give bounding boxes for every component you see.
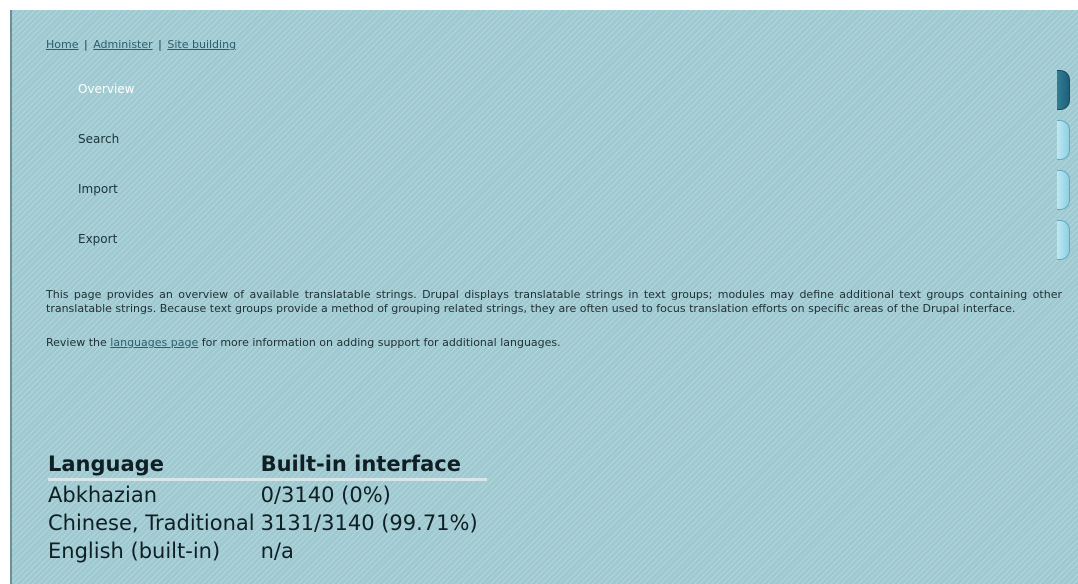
table-row: Abkhazian 0/3140 (0%) — [48, 480, 487, 510]
languages-page-link[interactable]: languages page — [110, 336, 198, 349]
table-row: Chinese, Traditional 3131/3140 (99.71%) — [48, 509, 487, 537]
tab-cap-decoration — [1057, 170, 1070, 210]
tab-export[interactable]: Export — [12, 218, 1078, 268]
breadcrumb-home-link[interactable]: Home — [46, 38, 78, 51]
breadcrumb-site-building-link[interactable]: Site building — [167, 38, 236, 51]
translation-status: 0/3140 (0%) — [260, 483, 391, 507]
breadcrumb-administer-link[interactable]: Administer — [93, 38, 152, 51]
table-row: English (built-in) n/a — [48, 537, 487, 565]
breadcrumb-separator: | — [83, 38, 88, 51]
table-header-row: Language Built-in interface — [48, 450, 487, 481]
language-name: Abkhazian — [48, 483, 158, 507]
tab-cap-decoration — [1057, 220, 1070, 260]
help-text: This page provides an overview of availa… — [46, 288, 1062, 370]
tab-import[interactable]: Import — [12, 168, 1078, 218]
review-paragraph: Review the languages page for more infor… — [46, 336, 1062, 350]
tab-cap-decoration — [1057, 120, 1070, 160]
tab-label: Search — [78, 132, 120, 146]
tab-label: Import — [78, 182, 118, 196]
intro-paragraph: This page provides an overview of availa… — [46, 288, 1062, 315]
language-table: Language Built-in interface Abkhazian 0/… — [48, 450, 487, 565]
tab-search[interactable]: Search — [12, 118, 1078, 168]
translation-status: n/a — [260, 539, 294, 563]
review-suffix: for more information on adding support f… — [198, 336, 561, 349]
breadcrumb: Home | Administer | Site building — [46, 38, 236, 51]
tab-cap-decoration — [1057, 70, 1070, 110]
breadcrumb-separator: | — [158, 38, 162, 51]
tab-overview[interactable]: Overview — [12, 68, 1078, 118]
language-name: Chinese, Traditional — [48, 511, 255, 535]
language-name: English (built-in) — [48, 539, 221, 563]
tab-label: Overview — [78, 82, 135, 96]
tab-label: Export — [78, 232, 118, 246]
review-prefix: Review the — [46, 336, 111, 349]
column-header-built-in-interface: Built-in interface — [260, 450, 487, 481]
page-content: Home | Administer | Site building Overvi… — [10, 10, 1078, 584]
tab-list: Overview Search Import Export — [12, 68, 1078, 268]
column-header-language: Language — [48, 450, 261, 481]
translation-status: 3131/3140 (99.71%) — [260, 511, 478, 535]
